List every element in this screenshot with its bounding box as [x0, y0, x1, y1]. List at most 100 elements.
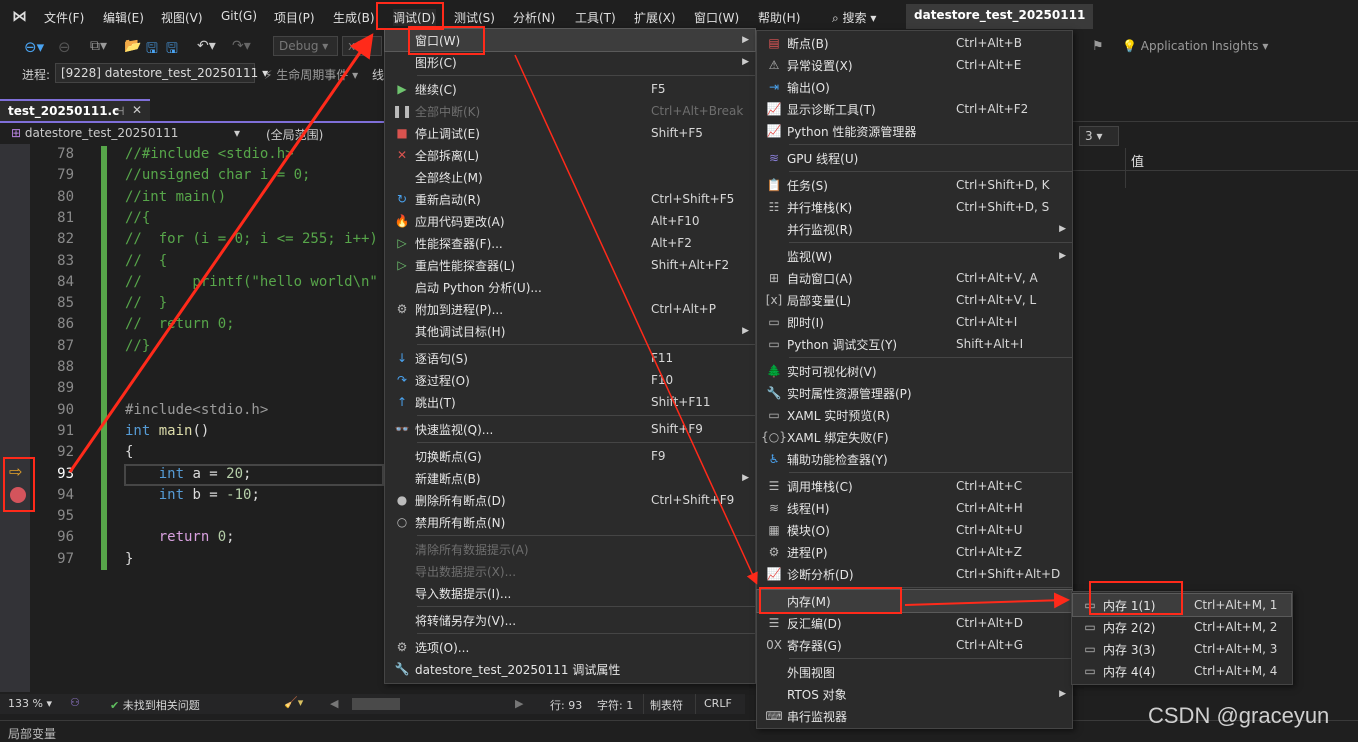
menu-window[interactable]: 窗口(W)	[694, 9, 739, 26]
save-icon[interactable]: 🖫	[146, 38, 158, 62]
code-line[interactable]: return 0;	[125, 529, 235, 545]
menu-item[interactable]: 📋 任务(S) Ctrl+Shift+D, K	[757, 174, 1072, 196]
cleanup-icon[interactable]: 🧹▾	[284, 696, 303, 709]
scope-dropdown[interactable]: (全局范围)	[250, 124, 384, 144]
code-line[interactable]: int main()	[125, 423, 209, 439]
menu-item[interactable]: ▷ 重启性能探查器(L) Shift+Alt+F2	[385, 254, 755, 276]
code-line[interactable]: // return 0;	[125, 316, 235, 332]
menu-item[interactable]: ✕ 全部拆离(L)	[385, 144, 755, 166]
menu-git[interactable]: Git(G)	[221, 9, 257, 23]
menu-item[interactable]: 🌲 实时可视化树(V)	[757, 360, 1072, 382]
search-button[interactable]: ⌕ 搜索 ▾	[832, 9, 876, 26]
line-ending-indicator[interactable]: CRLF	[695, 694, 740, 714]
menu-item[interactable]: 清除所有数据提示(A)	[385, 538, 755, 560]
menu-item[interactable]: 👓 快速监视(Q)... Shift+F9	[385, 418, 755, 440]
menu-extensions[interactable]: 扩展(X)	[634, 9, 676, 26]
project-dropdown[interactable]: ⊞ datestore_test_20250111 ▾	[6, 124, 244, 144]
menu-item[interactable]: 导出数据提示(X)...	[385, 560, 755, 582]
back-icon[interactable]: ⊖▾	[24, 38, 44, 56]
code-line[interactable]: }	[125, 551, 133, 567]
menu-item[interactable]: ↻ 重新启动(R) Ctrl+Shift+F5	[385, 188, 755, 210]
tabs-indicator[interactable]: 制表符	[643, 694, 689, 714]
process-dropdown[interactable]: [9228] datestore_test_20250111 ▾	[55, 63, 268, 83]
menu-item[interactable]: {○} XAML 绑定失败(F)	[757, 426, 1072, 448]
menu-item[interactable]: ≋ 线程(H) Ctrl+Alt+H	[757, 497, 1072, 519]
menu-item[interactable]: 内存(M) ▶	[756, 589, 1073, 613]
menu-item[interactable]: ▭ XAML 实时预览(R)	[757, 404, 1072, 426]
value-column-header[interactable]: 值	[1131, 151, 1144, 170]
open-folder-icon[interactable]: 📂	[124, 38, 141, 54]
editor-tab[interactable]: test_20250111.c ⊣ ✕	[0, 99, 150, 121]
menu-item[interactable]: ▷ 性能探查器(F)... Alt+F2	[385, 232, 755, 254]
new-project-icon[interactable]: ⧉▾	[90, 38, 107, 54]
menu-item[interactable]: 并行监视(R) ▶	[757, 218, 1072, 240]
menu-item[interactable]: 外围视图	[757, 661, 1072, 683]
menu-item[interactable]: ☰ 反汇编(D) Ctrl+Alt+D	[757, 612, 1072, 634]
forward-icon[interactable]: ⊖	[58, 38, 71, 56]
redo-icon[interactable]: ↷▾	[232, 38, 251, 54]
menu-item[interactable]: ☰ 调用堆栈(C) Ctrl+Alt+C	[757, 475, 1072, 497]
undo-icon[interactable]: ↶▾	[197, 38, 216, 54]
menu-item[interactable]: 0X 寄存器(G) Ctrl+Alt+G	[757, 634, 1072, 656]
menu-item[interactable]: ❚❚ 全部中断(K) Ctrl+Alt+Break	[385, 100, 755, 122]
zoom-level[interactable]: 133 % ▾	[8, 697, 52, 710]
bookmark-icon[interactable]: ⚑	[1092, 39, 1104, 54]
menu-item[interactable]: ■ 停止调试(E) Shift+F5	[385, 122, 755, 144]
menu-item[interactable]: 🔥 应用代码更改(A) Alt+F10	[385, 210, 755, 232]
menu-item[interactable]: ▭ 内存 3(3) Ctrl+Alt+M, 3	[1073, 638, 1291, 660]
menu-item[interactable]: ≋ GPU 线程(U)	[757, 147, 1072, 169]
code-line[interactable]: {	[125, 444, 133, 460]
menu-item[interactable]: 其他调试目标(H) ▶	[385, 320, 755, 342]
code-line[interactable]: // for (i = 0; i <= 255; i++)	[125, 231, 378, 247]
code-line[interactable]: //}	[125, 338, 150, 354]
menu-item[interactable]: ⚠ 异常设置(X) Ctrl+Alt+E	[757, 54, 1072, 76]
code-line[interactable]: int b = -10;	[125, 487, 260, 503]
menu-item[interactable]: ● 删除所有断点(D) Ctrl+Shift+F9	[385, 489, 755, 511]
menu-debug[interactable]: 调试(D)	[393, 9, 436, 26]
menu-item[interactable]: ▶ 继续(C) F5	[385, 78, 755, 100]
menu-file[interactable]: 文件(F)	[44, 9, 84, 26]
menu-item[interactable]: 图形(C) ▶	[385, 51, 755, 73]
menu-item[interactable]: ♿ 辅助功能检查器(Y)	[757, 448, 1072, 470]
menu-item[interactable]: ⌨ 串行监视器	[757, 705, 1072, 727]
menu-item[interactable]: 将转储另存为(V)...	[385, 609, 755, 631]
menu-item[interactable]: ▭ 即时(I) Ctrl+Alt+I	[757, 311, 1072, 333]
menu-item[interactable]: ▤ 断点(B) Ctrl+Alt+B	[757, 32, 1072, 54]
pin-icon[interactable]: ⊣	[114, 104, 124, 118]
scroll-left-icon[interactable]: ◀	[330, 697, 338, 710]
breakpoint-icon[interactable]	[10, 487, 26, 503]
menu-item[interactable]: ⚙ 选项(O)...	[385, 636, 755, 658]
menu-item[interactable]: [x] 局部变量(L) Ctrl+Alt+V, L	[757, 289, 1072, 311]
menu-item[interactable]: ↓ 逐语句(S) F11	[385, 347, 755, 369]
menu-item[interactable]: ⚙ 附加到进程(P)... Ctrl+Alt+P	[385, 298, 755, 320]
menu-item[interactable]: RTOS 对象 ▶	[757, 683, 1072, 705]
menu-edit[interactable]: 编辑(E)	[103, 9, 144, 26]
configuration-dropdown[interactable]: Debug ▾	[273, 36, 338, 56]
menu-item[interactable]: ☷ 并行堆栈(K) Ctrl+Shift+D, S	[757, 196, 1072, 218]
menu-item[interactable]: ⊞ 自动窗口(A) Ctrl+Alt+V, A	[757, 267, 1072, 289]
glyph-margin[interactable]	[0, 144, 30, 692]
menu-item[interactable]: 监视(W) ▶	[757, 245, 1072, 267]
lifecycle-events-button[interactable]: ⚡ 生命周期事件 ▾	[264, 66, 358, 83]
menu-item[interactable]: 🔧 datestore_test_20250111 调试属性	[385, 658, 755, 680]
menu-project[interactable]: 项目(P)	[274, 9, 315, 26]
code-line[interactable]: //#include <stdio.h>	[125, 146, 294, 162]
app-insights-button[interactable]: 💡 Application Insights ▾	[1122, 39, 1268, 53]
close-tab-icon[interactable]: ✕	[132, 103, 142, 117]
save-all-icon[interactable]: 🖫	[166, 38, 178, 62]
menu-item[interactable]: ▭ 内存 1(1) Ctrl+Alt+M, 1	[1072, 593, 1292, 617]
menu-item[interactable]: 启动 Python 分析(U)...	[385, 276, 755, 298]
code-line[interactable]: // }	[125, 295, 167, 311]
issues-status[interactable]: ✔ 未找到相关问题	[110, 697, 200, 713]
menu-item[interactable]: 📈 诊断分析(D) Ctrl+Shift+Alt+D	[757, 563, 1072, 585]
scroll-right-icon[interactable]: ▶	[515, 697, 523, 710]
menu-item[interactable]: 窗口(W) ▶	[384, 28, 756, 52]
menu-analyze[interactable]: 分析(N)	[513, 9, 555, 26]
menu-item[interactable]: ↷ 逐过程(O) F10	[385, 369, 755, 391]
code-line[interactable]: //{	[125, 210, 150, 226]
menu-item[interactable]: 导入数据提示(I)...	[385, 582, 755, 604]
stack-frame-dropdown[interactable]: 3 ▾	[1079, 126, 1119, 146]
menu-item[interactable]: 新建断点(B) ▶	[385, 467, 755, 489]
horizontal-scrollbar[interactable]	[352, 698, 400, 710]
menu-test[interactable]: 测试(S)	[454, 9, 495, 26]
